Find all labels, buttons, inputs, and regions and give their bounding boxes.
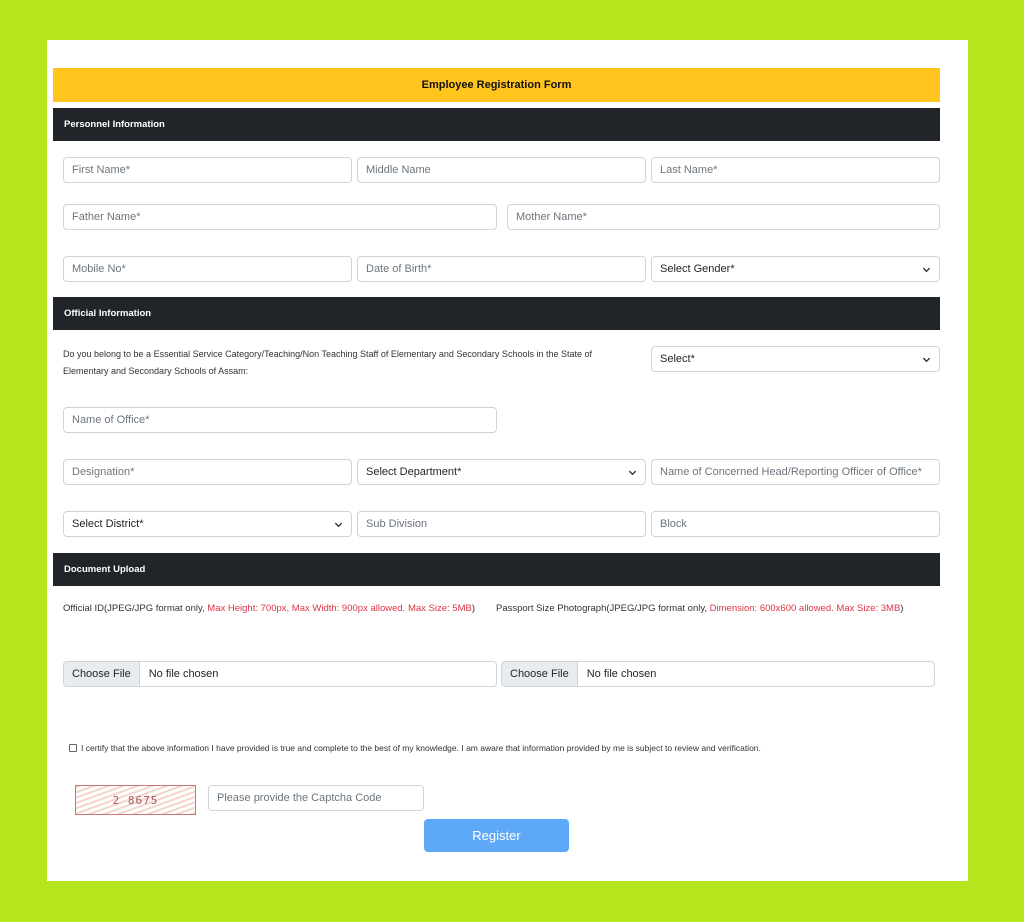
mother-name-input[interactable]: Mother Name*: [507, 204, 940, 230]
office-name-input[interactable]: Name of Office*: [63, 407, 497, 433]
department-select[interactable]: Select Department*: [357, 459, 646, 485]
category-select-value: Select*: [660, 353, 695, 365]
designation-input[interactable]: Designation*: [63, 459, 352, 485]
district-select-value: Select District*: [72, 518, 144, 530]
section-official-header: Official Information: [53, 297, 940, 330]
captcha-input[interactable]: Please provide the Captcha Code: [208, 785, 424, 811]
section-documents-header: Document Upload: [53, 553, 940, 586]
father-name-input[interactable]: Father Name*: [63, 204, 497, 230]
form-title: Employee Registration Form: [53, 68, 940, 102]
head-officer-input[interactable]: Name of Concerned Head/Reporting Officer…: [651, 459, 940, 485]
chevron-down-icon: [922, 355, 931, 364]
photo-note-limits: Dimension: 600x600 allowed. Max Size: 3M…: [709, 603, 901, 614]
category-select[interactable]: Select*: [651, 346, 940, 372]
sub-division-input[interactable]: Sub Division: [357, 511, 646, 537]
essential-service-question: Do you belong to be a Essential Service …: [63, 349, 592, 376]
photo-note: Passport Size Photograph(JPEG/JPG format…: [496, 601, 940, 617]
official-id-note-suffix: ): [471, 603, 476, 614]
photo-note-suffix: ): [900, 603, 904, 614]
choose-file-button[interactable]: Choose File: [502, 662, 578, 686]
gender-select-value: Select Gender*: [660, 263, 735, 275]
official-id-note-limits: Max Height: 700px, Max Width: 900px allo…: [207, 603, 472, 614]
chevron-down-icon: [334, 520, 343, 529]
captcha-image: 2 8675: [75, 785, 196, 815]
choose-file-button[interactable]: Choose File: [64, 662, 140, 686]
block-input[interactable]: Block: [651, 511, 940, 537]
dob-input[interactable]: Date of Birth*: [357, 256, 646, 282]
middle-name-input[interactable]: Middle Name: [357, 157, 646, 183]
first-name-input[interactable]: First Name*: [63, 157, 352, 183]
photo-file-input[interactable]: Choose File No file chosen: [501, 661, 935, 687]
department-select-value: Select Department*: [366, 466, 462, 478]
district-select[interactable]: Select District*: [63, 511, 352, 537]
certify-text: I certify that the above information I h…: [81, 743, 761, 753]
file-status-text: No file chosen: [586, 668, 657, 680]
gender-select[interactable]: Select Gender*: [651, 256, 940, 282]
certify-checkbox[interactable]: [69, 744, 77, 752]
photo-note-prefix: Passport Size Photograph(JPEG/JPG format…: [496, 603, 710, 614]
last-name-input[interactable]: Last Name*: [651, 157, 940, 183]
certify-row: I certify that the above information I h…: [69, 743, 761, 753]
official-id-note: Official ID(JPEG/JPG format only, Max He…: [63, 601, 483, 617]
chevron-down-icon: [922, 265, 931, 274]
section-personnel-header: Personnel Information: [53, 108, 940, 141]
registration-card: Employee Registration Form Personnel Inf…: [47, 40, 968, 881]
chevron-down-icon: [628, 468, 637, 477]
mobile-input[interactable]: Mobile No*: [63, 256, 352, 282]
file-status-text: No file chosen: [148, 668, 219, 680]
register-button[interactable]: Register: [424, 819, 569, 852]
official-id-note-prefix: Official ID(JPEG/JPG format only,: [63, 603, 208, 614]
official-id-file-input[interactable]: Choose File No file chosen: [63, 661, 497, 687]
